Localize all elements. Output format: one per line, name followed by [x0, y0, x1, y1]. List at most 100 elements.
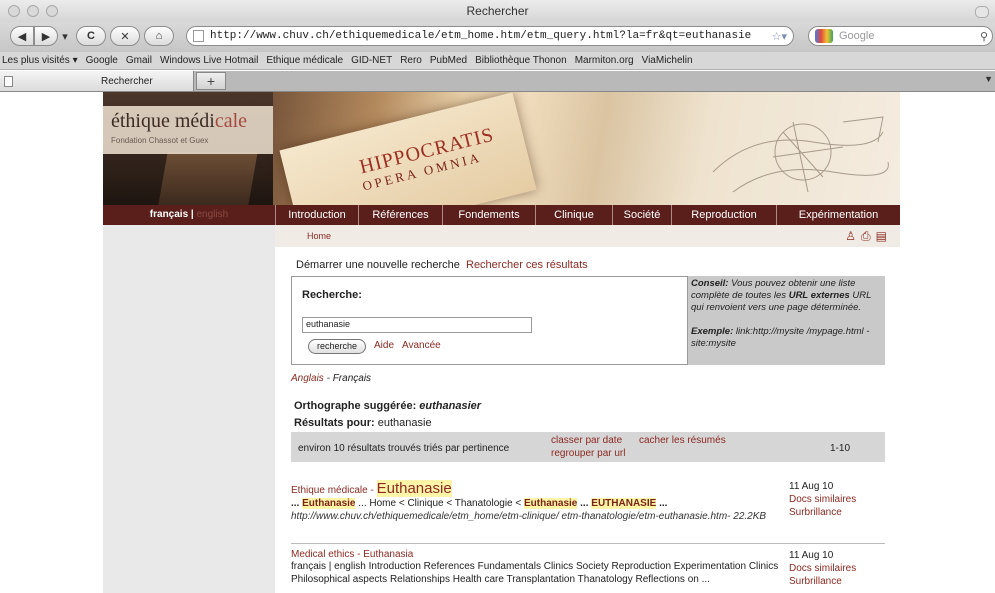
group-by-url-link[interactable]: regrouper par url: [551, 448, 625, 459]
site-nav: français | english Introduction Référenc…: [103, 205, 900, 225]
lang-en-link[interactable]: english: [197, 209, 229, 220]
search-input[interactable]: euthanasie: [302, 317, 532, 333]
url-bar[interactable]: http://www.chuv.ch/ethiquemedicale/etm_h…: [186, 26, 794, 46]
stop-icon: ✕: [120, 30, 130, 43]
tab-strip: Rechercher + ▼: [0, 71, 995, 92]
tip-title: Conseil:: [691, 278, 729, 289]
result-meta: 11 Aug 10 Docs similaires Surbrillance: [789, 480, 856, 519]
tab-list-icon[interactable]: ▼: [984, 74, 993, 84]
bookmark-star-icon[interactable]: ☆▾: [772, 30, 787, 43]
tab-label: Rechercher: [101, 75, 153, 87]
result-date: 11 Aug 10: [789, 550, 834, 561]
nav-experimentation[interactable]: Expérimentation: [776, 205, 900, 225]
current-language: Français: [332, 373, 372, 384]
left-sidebar: [103, 225, 275, 593]
nav-societe[interactable]: Société: [612, 205, 671, 225]
search-tip: Conseil: Vous pouvez obtenir une liste c…: [688, 276, 885, 365]
search-button[interactable]: recherche: [308, 339, 367, 354]
toolbar-toggle-button[interactable]: [975, 6, 989, 18]
bookmark-item[interactable]: Les plus visités ▾: [2, 55, 78, 66]
hide-summaries-link[interactable]: cacher les résumés: [639, 435, 726, 446]
new-tab-button[interactable]: +: [196, 72, 226, 90]
tab-rechercher[interactable]: Rechercher: [0, 71, 194, 91]
result-item: Medical ethics - Euthanasia français | e…: [291, 549, 885, 588]
highlight-link[interactable]: Surbrillance: [789, 576, 842, 587]
back-arrow-icon: ◀: [17, 30, 27, 43]
search-links: Démarrer une nouvelle recherche Recherch…: [296, 259, 588, 271]
search-within-link[interactable]: Rechercher ces résultats: [466, 259, 588, 271]
site-subtitle: Fondation Chassot et Guex: [111, 136, 209, 145]
forward-arrow-icon: ▶: [41, 30, 51, 43]
bookmark-item[interactable]: ViaMichelin: [642, 55, 693, 66]
nav-clinique[interactable]: Clinique: [535, 205, 612, 225]
search-label: Recherche:: [302, 289, 362, 301]
english-link[interactable]: Anglais: [291, 373, 324, 384]
chevron-down-icon: ▾: [62, 30, 68, 43]
window-titlebar: Rechercher: [0, 0, 995, 23]
highlight-link[interactable]: Surbrillance: [789, 507, 842, 518]
nav-references[interactable]: Références: [358, 205, 442, 225]
forward-button[interactable]: ▶: [34, 26, 58, 46]
site-title[interactable]: éthique médicale: [111, 110, 247, 133]
bookmark-item[interactable]: Rero: [400, 55, 422, 66]
google-engine-icon[interactable]: [815, 29, 833, 43]
bookmark-item[interactable]: Ethique médicale: [266, 55, 343, 66]
bookmark-item[interactable]: Windows Live Hotmail: [160, 55, 258, 66]
site-banner: HIPPOCRATIS OPERA OMNIA éthique médicale…: [103, 92, 900, 205]
nav-fondements[interactable]: Fondements: [442, 205, 535, 225]
result-divider: [291, 543, 885, 544]
reload-icon: C: [87, 30, 95, 42]
breadcrumb: Home ♙⎙▤: [275, 225, 900, 247]
breadcrumb-home-link[interactable]: Home: [307, 231, 331, 241]
similar-docs-link[interactable]: Docs similaires: [789, 563, 856, 574]
sitemap-icon[interactable]: ♙: [845, 229, 861, 243]
example-label: Exemple:: [691, 326, 734, 337]
results-status-bar: environ 10 résultats trouvés triés par p…: [291, 432, 885, 462]
result-snippet: français | english Introduction Referenc…: [291, 561, 779, 585]
bookmarks-bar: Les plus visités ▾ Google Gmail Windows …: [0, 52, 995, 70]
search-placeholder: Google: [839, 30, 875, 42]
stop-button[interactable]: ✕: [110, 26, 140, 46]
help-link[interactable]: Aide: [374, 340, 394, 351]
page-tools: ♙⎙▤: [845, 229, 892, 244]
sort-by-date-link[interactable]: classer par date: [551, 435, 622, 446]
print-preview-icon[interactable]: ⎙: [861, 229, 876, 243]
results-for: Résultats pour: euthanasie: [294, 417, 432, 429]
advanced-link[interactable]: Avancée: [402, 340, 441, 351]
result-meta: 11 Aug 10 Docs similaires Surbrillance: [789, 549, 856, 588]
bookmark-item[interactable]: PubMed: [430, 55, 467, 66]
results-count: environ 10 résultats trouvés triés par p…: [298, 443, 510, 454]
result-date: 11 Aug 10: [789, 481, 834, 492]
web-search-box[interactable]: Google ⚲: [808, 26, 993, 46]
search-icon[interactable]: ⚲: [980, 30, 988, 43]
home-button[interactable]: ⌂: [144, 26, 174, 46]
nav-introduction[interactable]: Introduction: [275, 205, 358, 225]
similar-docs-link[interactable]: Docs similaires: [789, 494, 856, 505]
page-icon: [193, 30, 204, 42]
language-toggle: Anglais - Français: [291, 373, 372, 384]
browser-toolbar: ◀ ▶ ▾ C ✕ ⌂ http://www.chuv.ch/ethiqueme…: [0, 22, 995, 52]
url-text: http://www.chuv.ch/ethiquemedicale/etm_h…: [210, 30, 752, 42]
window-title: Rechercher: [466, 4, 529, 18]
nav-reproduction[interactable]: Reproduction: [671, 205, 776, 225]
bookmark-item[interactable]: Marmiton.org: [575, 55, 634, 66]
bookmark-item[interactable]: Gmail: [126, 55, 152, 66]
bookmark-item[interactable]: Bibliothèque Thonon: [475, 55, 567, 66]
back-button[interactable]: ◀: [10, 26, 34, 46]
print-icon[interactable]: ▤: [876, 229, 892, 243]
bookmark-item[interactable]: GID-NET: [351, 55, 392, 66]
page-icon: [4, 75, 13, 87]
bookmark-item[interactable]: Google: [86, 55, 118, 66]
site-title-box: éthique médicale Fondation Chassot et Gu…: [103, 106, 273, 154]
suggested-word-link[interactable]: euthanasier: [419, 400, 481, 412]
lang-fr-link[interactable]: français: [150, 209, 188, 220]
language-switch: français | english: [149, 209, 229, 220]
results-range: 1-10: [830, 443, 851, 454]
reload-button[interactable]: C: [76, 26, 106, 46]
result-url: http://www.chuv.ch/ethiquemedicale/etm_h…: [291, 511, 767, 522]
home-icon: ⌂: [155, 30, 163, 42]
history-dropdown[interactable]: ▾: [59, 26, 71, 46]
new-search-text: Démarrer une nouvelle recherche: [296, 259, 460, 271]
spelling-suggestion: Orthographe suggérée: euthanasier: [294, 400, 482, 412]
search-panel: Recherche: euthanasie recherche Aide Ava…: [291, 276, 688, 365]
